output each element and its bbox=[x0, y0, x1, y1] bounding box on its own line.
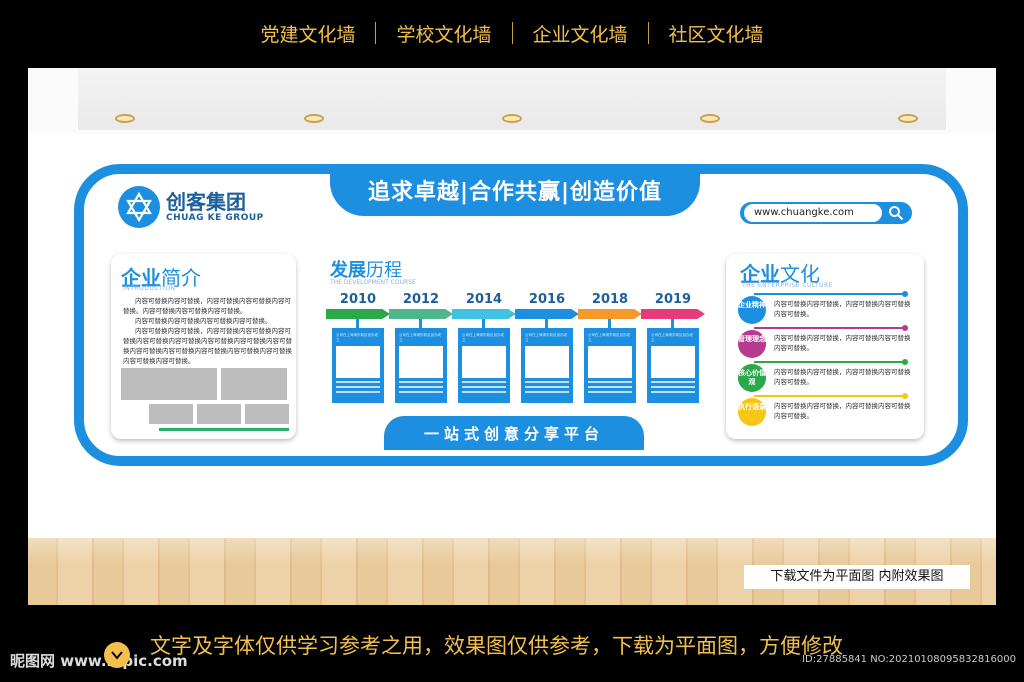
intro-panel: 企业简介 INTRODUCTION 内容可替换内容可替换，内容可替换内容可替换内… bbox=[111, 254, 296, 439]
culture-row: 执行语录 内容可替换内容可替换，内容可替换内容可替换内容可替换。 bbox=[734, 393, 916, 428]
nav-item-school[interactable]: 学校文化墙 bbox=[376, 20, 511, 47]
photo-placeholder bbox=[221, 368, 287, 400]
photo-placeholder bbox=[197, 404, 241, 424]
culture-badge: 企业精神 bbox=[738, 296, 766, 324]
culture-panel: 企业文化 THE ENTERPRISE CULTURE 企业精神 内容可替换内容… bbox=[726, 254, 924, 439]
brand-name-en: CHUAG KE GROUP bbox=[166, 213, 264, 223]
timeline-card: 公司在上海浦东新区创办成立 bbox=[332, 319, 384, 403]
timeline-arrow bbox=[641, 309, 705, 319]
culture-text: 内容可替换内容可替换，内容可替换内容可替换内容可替换。 bbox=[774, 334, 911, 352]
intro-subtitle: INTRODUCTION bbox=[123, 285, 176, 292]
timeline-card: 公司在上海浦东新区创办成立 bbox=[458, 319, 510, 403]
culture-badge: 执行语录 bbox=[738, 398, 766, 426]
culture-row: 核心价值观 内容可替换内容可替换，内容可替换内容可替换内容可替换。 bbox=[734, 359, 916, 394]
room-preview: 追求卓越|合作共赢|创造价值 创客集团 CHUAG KE GROUP www.c… bbox=[28, 68, 996, 605]
top-nav: 党建文化墙 学校文化墙 企业文化墙 社区文化墙 bbox=[0, 0, 1024, 66]
row-dot bbox=[902, 393, 908, 399]
timeline-arrow bbox=[389, 309, 453, 319]
ceiling-light-icon bbox=[304, 114, 324, 123]
timeline-arrow bbox=[578, 309, 642, 319]
culture-subtitle: THE ENTERPRISE CULTURE bbox=[742, 282, 833, 289]
timeline-year: 2010 bbox=[339, 292, 377, 307]
url-text: www.chuangke.com bbox=[744, 204, 882, 222]
culture-badge: 管理理念 bbox=[738, 330, 766, 358]
nav-item-enterprise[interactable]: 企业文化墙 bbox=[513, 20, 648, 47]
timeline-year: 2018 bbox=[591, 292, 629, 307]
row-dot bbox=[902, 325, 908, 331]
timeline-arrow bbox=[515, 309, 579, 319]
intro-text: 内容可替换内容可替换，内容可替换内容可替换内容可替换。内容可替换内容可替换内容可… bbox=[123, 297, 292, 365]
coin-icon bbox=[104, 642, 130, 668]
culture-text: 内容可替换内容可替换，内容可替换内容可替换内容可替换。 bbox=[774, 368, 911, 386]
timeline-card: 公司在上海浦东新区创办成立 bbox=[521, 319, 573, 403]
row-dot bbox=[902, 359, 908, 365]
image-id: ID:27885841 NO:20210108095832816000 bbox=[802, 654, 1016, 665]
culture-row: 企业精神 内容可替换内容可替换，内容可替换内容可替换内容可替换。 bbox=[734, 291, 916, 326]
brand-logo: 创客集团 CHUAG KE GROUP bbox=[118, 186, 264, 228]
ceiling-light-icon bbox=[502, 114, 522, 123]
culture-text: 内容可替换内容可替换，内容可替换内容可替换内容可替换。 bbox=[774, 402, 911, 420]
timeline-card: 公司在上海浦东新区创办成立 bbox=[584, 319, 636, 403]
timeline-card: 公司在上海浦东新区创办成立 bbox=[395, 319, 447, 403]
download-note: 下载文件为平面图 内附效果图 bbox=[744, 565, 970, 589]
platform-banner: 一站式创意分享平台 bbox=[384, 416, 644, 450]
timeline-arrow bbox=[326, 309, 390, 319]
star-logo-icon bbox=[118, 186, 160, 228]
row-line bbox=[754, 361, 904, 363]
ceiling bbox=[28, 68, 996, 134]
timeline-year: 2014 bbox=[465, 292, 503, 307]
ceiling-light-icon bbox=[898, 114, 918, 123]
row-line bbox=[754, 327, 904, 329]
culture-row: 管理理念 内容可替换内容可替换，内容可替换内容可替换内容可替换。 bbox=[734, 325, 916, 360]
ceiling-light-icon bbox=[115, 114, 135, 123]
timeline-arrow bbox=[452, 309, 516, 319]
row-line bbox=[754, 395, 904, 397]
row-dot bbox=[902, 291, 908, 297]
photo-placeholder bbox=[149, 404, 193, 424]
brand-name-cn: 创客集团 bbox=[166, 190, 246, 214]
search-icon bbox=[889, 206, 904, 221]
photo-placeholder bbox=[245, 404, 289, 424]
timeline-year: 2019 bbox=[654, 292, 692, 307]
nav-item-community[interactable]: 社区文化墙 bbox=[649, 20, 784, 47]
nav-item-party[interactable]: 党建文化墙 bbox=[240, 20, 375, 47]
slogan-banner: 追求卓越|合作共赢|创造价值 bbox=[330, 164, 700, 216]
row-line bbox=[754, 293, 904, 295]
page: 党建文化墙 学校文化墙 企业文化墙 社区文化墙 追求卓越|合作共赢|创造价值 创… bbox=[0, 0, 1024, 682]
ceiling-light-icon bbox=[700, 114, 720, 123]
photo-placeholder bbox=[121, 368, 217, 400]
timeline-card: 公司在上海浦东新区创办成立 bbox=[647, 319, 699, 403]
culture-badge: 核心价值观 bbox=[738, 364, 766, 392]
usage-notice: 文字及字体仅供学习参考之用，效果图仅供参考，下载为平面图，方便修改 bbox=[150, 634, 843, 658]
timeline-subtitle: THE DEVELOPMENT COURSE bbox=[330, 279, 416, 286]
url-search-box[interactable]: www.chuangke.com bbox=[740, 202, 912, 224]
culture-text: 内容可替换内容可替换，内容可替换内容可替换内容可替换。 bbox=[774, 300, 911, 318]
timeline-year: 2016 bbox=[528, 292, 566, 307]
accent-line bbox=[159, 428, 289, 431]
timeline-year: 2012 bbox=[402, 292, 440, 307]
